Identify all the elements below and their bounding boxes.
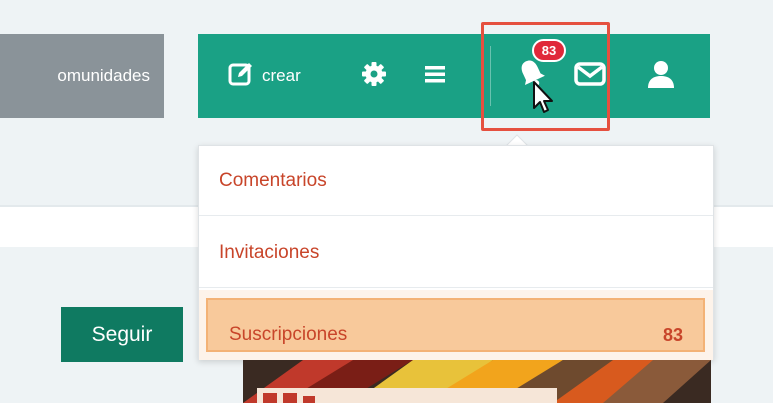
content-image [243,360,711,403]
gear-icon [361,61,387,92]
user-profile-button[interactable] [646,34,676,118]
menu-button[interactable] [424,34,446,118]
toolbar: crear 83 [198,34,710,118]
dropdown-item-comments[interactable]: Comentarios [199,146,713,216]
nav-communities-label: omunidades [57,66,150,85]
dropdown-item-invitations[interactable]: Invitaciones [199,218,713,288]
follow-label: Seguir [91,322,153,346]
settings-button[interactable] [361,34,387,118]
nav-communities-button[interactable]: omunidades [0,34,164,118]
edit-icon [228,61,254,92]
follow-button[interactable]: Seguir [61,307,183,362]
create-label: crear [262,66,301,85]
notifications-dropdown: Comentarios Invitaciones Suscripciones 8… [198,145,714,360]
create-button[interactable]: crear [228,34,301,118]
mouse-cursor-icon [533,81,553,113]
highlighted-row: Suscripciones 83 [206,298,705,352]
dropdown-item-label: Invitaciones [219,241,320,263]
dropdown-item-label: Comentarios [219,169,327,191]
hamburger-menu-icon [424,63,446,90]
user-icon [646,59,676,94]
dropdown-item-subscriptions[interactable]: Suscripciones 83 [199,290,713,360]
